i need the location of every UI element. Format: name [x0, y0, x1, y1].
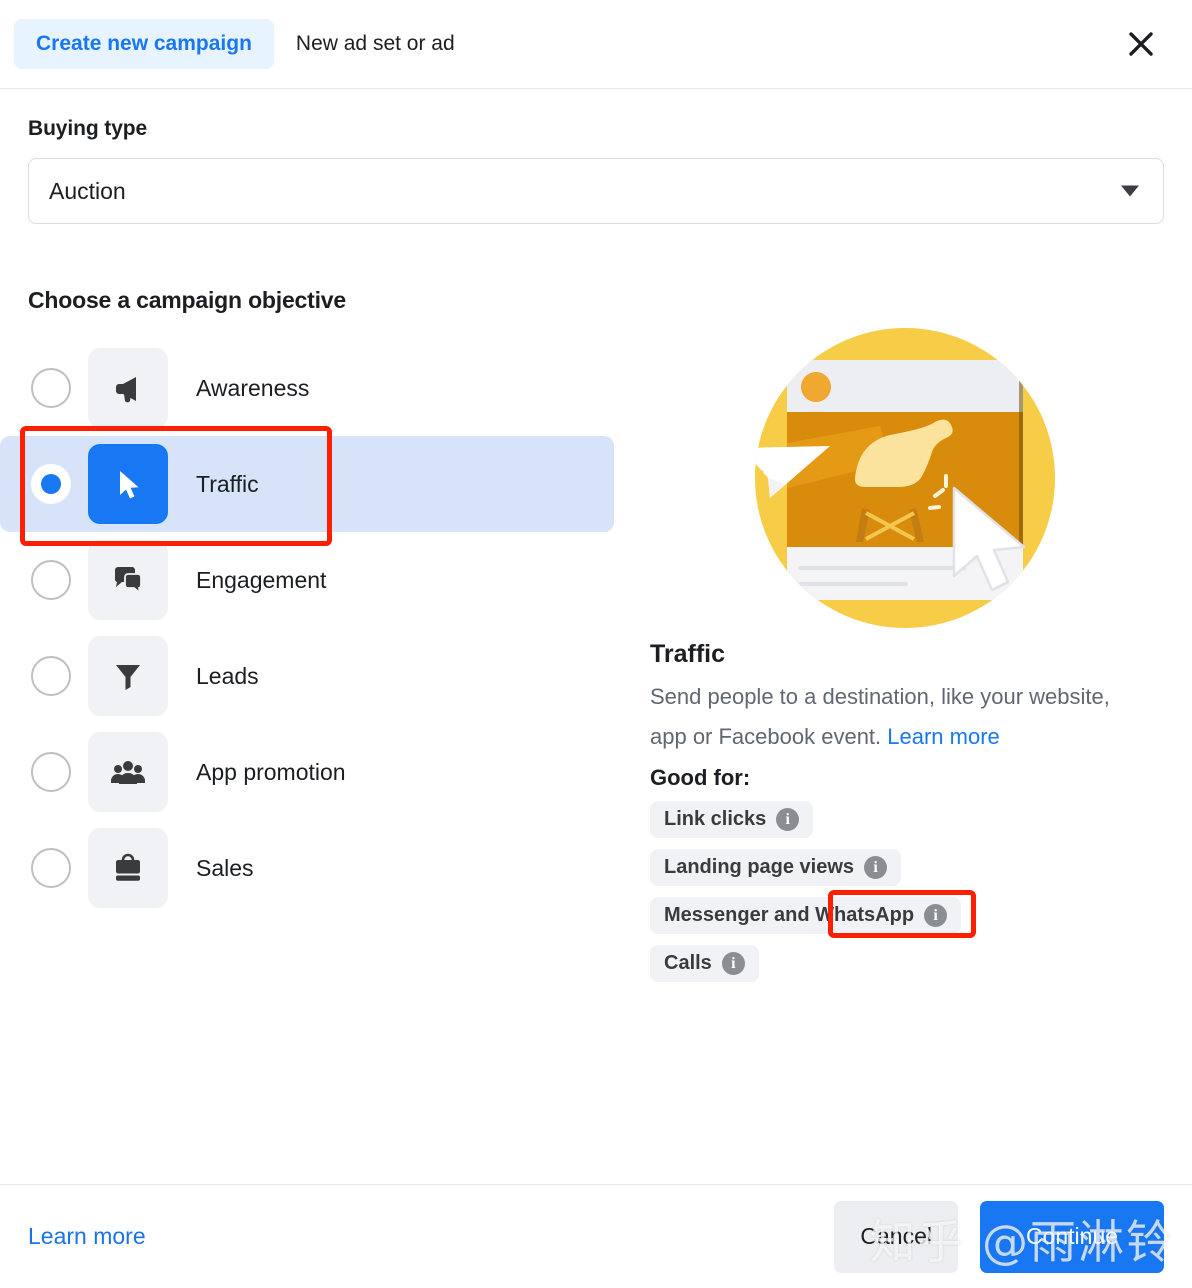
objective-label-engagement: Engagement — [196, 566, 327, 593]
radio-traffic[interactable] — [31, 464, 71, 504]
objective-row-leads[interactable]: Leads — [0, 628, 614, 724]
footer-learn-more-link[interactable]: Learn more — [28, 1223, 146, 1250]
buying-type-value: Auction — [49, 177, 126, 204]
objective-label-app-promotion: App promotion — [196, 758, 346, 785]
objective-row-awareness[interactable]: Awareness — [0, 340, 614, 436]
buying-type-select[interactable]: Auction — [28, 158, 1164, 224]
info-icon[interactable]: i — [721, 952, 745, 975]
traffic-click-illustration — [740, 328, 1070, 628]
objective-label-sales: Sales — [196, 854, 254, 881]
detail-description-text: Send people to a destination, like your … — [650, 684, 1110, 749]
objective-label-awareness: Awareness — [196, 374, 310, 401]
objective-content: Awareness Traffic Engagement Leads App p… — [0, 326, 1164, 993]
chip-link-clicks[interactable]: Link clicks i — [650, 801, 814, 838]
dialog-header: Create new campaign New ad set or ad — [0, 0, 1192, 89]
chip-row-messenger-whatsapp: Messenger and WhatsApp i — [650, 890, 1164, 945]
chip-link-clicks-label: Link clicks — [664, 808, 767, 830]
radio-leads[interactable] — [31, 656, 71, 696]
continue-button[interactable]: Continue — [980, 1200, 1164, 1273]
create-campaign-dialog: Create new campaign New ad set or ad Buy… — [0, 0, 1192, 1288]
chip-row-link-clicks: Link clicks i — [650, 801, 1164, 849]
megaphone-icon — [88, 348, 168, 428]
good-for-chips: Link clicks i Landing page views i Messe… — [650, 801, 1164, 993]
radio-sales[interactable] — [31, 848, 71, 888]
cursor-icon — [88, 444, 168, 524]
objective-section-title: Choose a campaign objective — [28, 287, 346, 313]
chip-calls[interactable]: Calls i — [650, 945, 759, 982]
chip-row-calls: Calls i — [650, 945, 1164, 993]
chevron-down-icon — [1121, 185, 1139, 197]
objective-detail-panel: Traffic Send people to a destination, li… — [624, 326, 1164, 993]
objective-row-app-promotion[interactable]: App promotion — [0, 724, 614, 820]
chip-row-landing-page-views: Landing page views i — [650, 849, 1164, 897]
tab-create-new-campaign-label: Create new campaign — [36, 32, 252, 55]
objective-label-leads: Leads — [196, 662, 259, 689]
chip-landing-page-views[interactable]: Landing page views i — [650, 849, 902, 886]
dialog-body: Buying type Auction Choose a campaign ob… — [0, 89, 1192, 1184]
chip-messenger-and-whatsapp-label: Messenger and WhatsApp — [664, 904, 915, 926]
info-icon[interactable]: i — [924, 904, 948, 927]
radio-awareness[interactable] — [31, 368, 71, 408]
close-icon — [1126, 29, 1156, 59]
chip-calls-label: Calls — [664, 952, 712, 974]
close-button[interactable] — [1118, 21, 1164, 67]
info-icon[interactable]: i — [776, 808, 800, 831]
briefcase-icon — [88, 828, 168, 908]
radio-engagement[interactable] — [31, 560, 71, 600]
footer-actions: Cancel Continue — [834, 1200, 1164, 1273]
objective-row-engagement[interactable]: Engagement — [0, 532, 614, 628]
dialog-footer: Learn more Cancel Continue 知乎 @雨淋铃 — [0, 1184, 1192, 1288]
good-for-label: Good for: — [650, 765, 751, 790]
objective-row-traffic[interactable]: Traffic — [0, 436, 614, 532]
tab-new-ad-set-or-ad-label: New ad set or ad — [295, 32, 455, 55]
objective-row-sales[interactable]: Sales — [0, 820, 614, 916]
chat-bubbles-icon — [88, 540, 168, 620]
chip-landing-page-views-label: Landing page views — [664, 856, 855, 878]
objective-list: Awareness Traffic Engagement Leads App p… — [0, 326, 624, 993]
tab-create-new-campaign[interactable]: Create new campaign — [14, 19, 274, 69]
cancel-button[interactable]: Cancel — [834, 1200, 958, 1273]
tab-new-ad-set-or-ad[interactable]: New ad set or ad — [274, 19, 477, 69]
people-icon — [88, 732, 168, 812]
info-icon[interactable]: i — [864, 856, 888, 879]
detail-learn-more-link[interactable]: Learn more — [887, 724, 1000, 749]
detail-description: Send people to a destination, like your … — [650, 677, 1130, 757]
radio-app-promotion[interactable] — [31, 752, 71, 792]
buying-type-label: Buying type — [28, 117, 148, 140]
objective-label-traffic: Traffic — [196, 470, 259, 497]
detail-title: Traffic — [650, 640, 726, 668]
chip-messenger-and-whatsapp[interactable]: Messenger and WhatsApp i — [650, 897, 962, 934]
funnel-icon — [88, 636, 168, 716]
